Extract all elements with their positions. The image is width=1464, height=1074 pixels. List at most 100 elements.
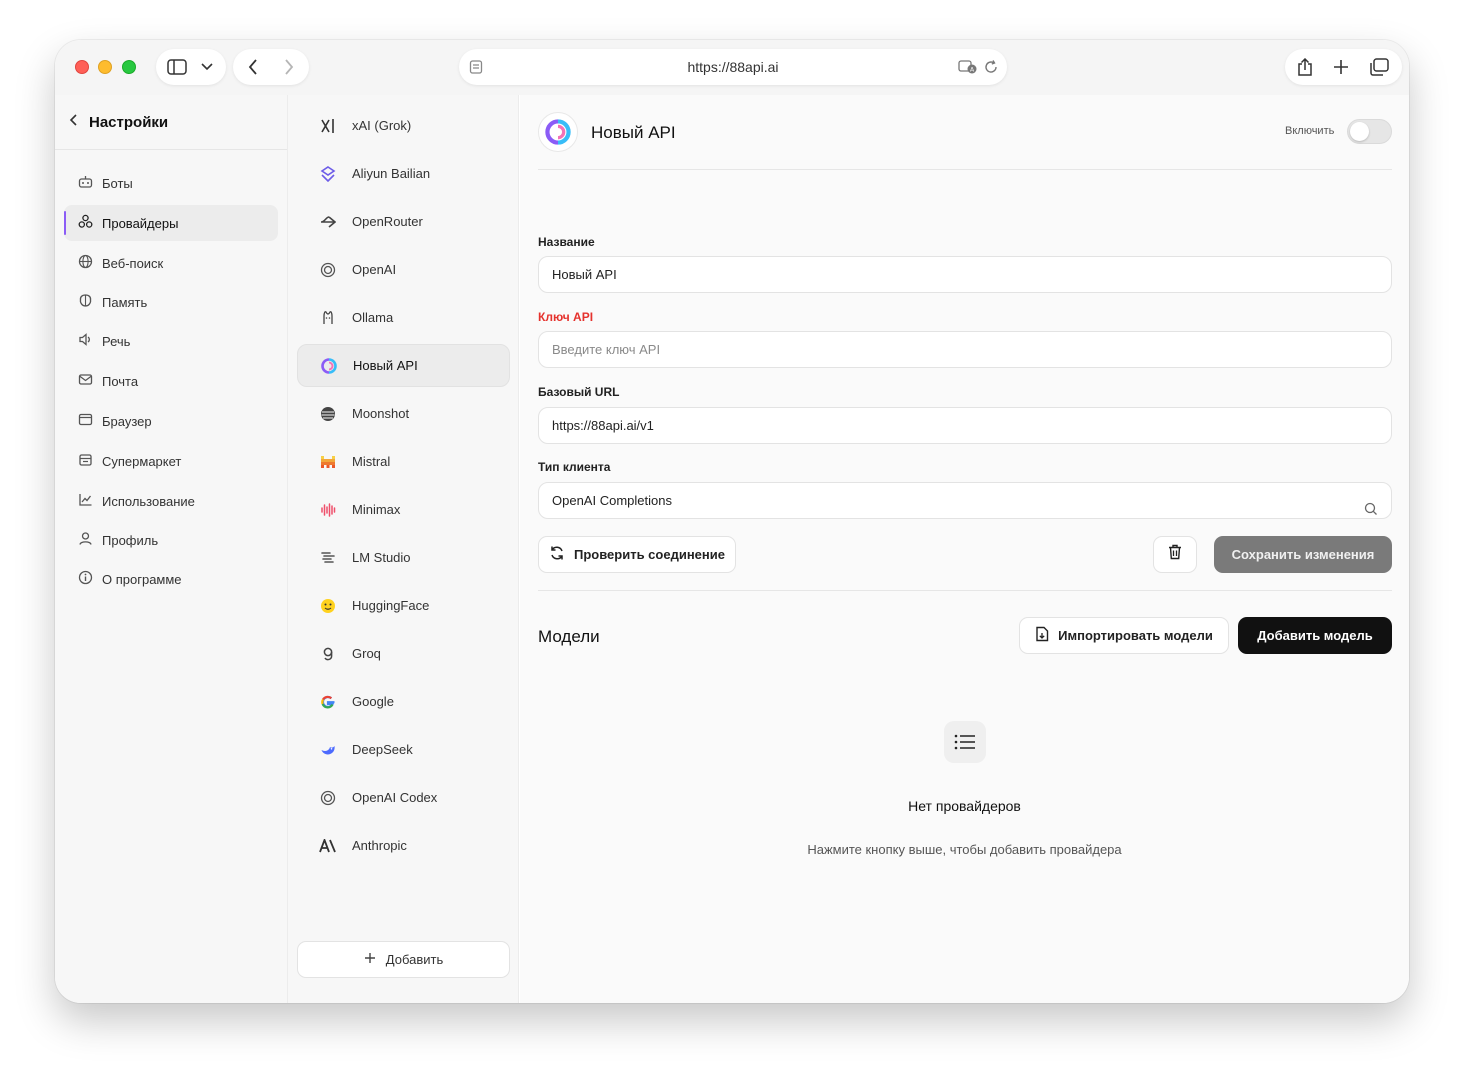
huggingface-icon <box>319 597 337 615</box>
back-arrow-icon[interactable] <box>243 49 263 85</box>
provider-item-new-api[interactable]: Новый API <box>297 344 510 387</box>
provider-item-ollama[interactable]: Ollama <box>297 296 510 339</box>
google-icon <box>319 693 337 711</box>
sidebar-item-memory[interactable]: Память <box>64 284 278 320</box>
sidebar-item-bots[interactable]: Боты <box>64 165 278 201</box>
sidebar-toggle-group <box>156 49 226 85</box>
search-icon <box>1364 494 1378 529</box>
provider-label: Minimax <box>352 502 401 517</box>
memory-icon <box>78 293 93 311</box>
provider-label: Groq <box>352 646 381 661</box>
sidebar-item-label: О программе <box>102 571 182 587</box>
provider-label: Moonshot <box>352 406 410 421</box>
delete-provider-button[interactable] <box>1153 536 1197 573</box>
provider-list: xAI (Grok) Aliyun Bailian OpenRouter Ope… <box>288 95 519 1003</box>
provider-title: Новый API <box>591 123 676 142</box>
newapi-icon <box>320 357 338 375</box>
api-key-label: Ключ API <box>538 310 594 324</box>
openrouter-icon <box>319 213 337 231</box>
provider-label: Google <box>352 694 394 709</box>
sidebar-item-mail[interactable]: Почта <box>64 363 278 399</box>
check-connection-button[interactable]: Проверить соединение <box>538 536 736 573</box>
zoom-window-button[interactable] <box>122 60 136 74</box>
deepseek-icon <box>319 741 337 759</box>
sidebar-item-speech[interactable]: Речь <box>64 323 278 359</box>
provider-item-lm-studio[interactable]: LM Studio <box>297 536 510 579</box>
lmstudio-icon <box>319 549 337 567</box>
provider-item-groq[interactable]: Groq <box>297 632 510 675</box>
chevron-down-icon[interactable] <box>199 49 215 85</box>
provider-item-deepseek[interactable]: DeepSeek <box>297 728 510 771</box>
provider-item-xai[interactable]: xAI (Grok) <box>297 104 510 147</box>
provider-item-openai[interactable]: OpenAI <box>297 248 510 291</box>
share-icon[interactable] <box>1295 49 1315 85</box>
address-bar[interactable]: https://88api.ai A <box>459 49 1007 85</box>
reload-icon[interactable] <box>982 49 1000 85</box>
forward-arrow-icon[interactable] <box>279 49 299 85</box>
enable-label: Включить <box>1285 125 1335 137</box>
close-window-button[interactable] <box>75 60 89 74</box>
settings-sidebar: Настройки Боты Провайдеры Веб-поиск Памя… <box>55 95 288 1003</box>
settings-back-button[interactable]: Настройки <box>69 112 168 132</box>
sidebar-item-browser[interactable]: Браузер <box>64 403 278 439</box>
provider-label: xAI (Grok) <box>352 118 412 133</box>
browser-window: https://88api.ai A Настройки Боты Провай… <box>55 40 1409 1003</box>
provider-item-aliyun-bailian[interactable]: Aliyun Bailian <box>297 152 510 195</box>
globe-icon <box>78 254 93 272</box>
enable-toggle[interactable] <box>1347 119 1392 144</box>
sidebar-icon[interactable] <box>167 49 187 85</box>
empty-state-subtitle: Нажмите кнопку выше, чтобы добавить пров… <box>807 842 1122 857</box>
mail-icon <box>78 372 93 390</box>
sidebar-item-label: Браузер <box>102 413 152 429</box>
refresh-icon <box>549 545 565 564</box>
openai-icon <box>319 261 337 279</box>
provider-item-huggingface[interactable]: HuggingFace <box>297 584 510 627</box>
tabs-overview-icon[interactable] <box>1368 49 1390 85</box>
api-key-field[interactable]: Введите ключ API <box>538 331 1392 368</box>
import-file-icon <box>1035 626 1049 645</box>
provider-item-google[interactable]: Google <box>297 680 510 723</box>
provider-item-minimax[interactable]: Minimax <box>297 488 510 531</box>
sidebar-item-store[interactable]: Супермаркет <box>64 443 278 479</box>
settings-title: Настройки <box>89 113 169 131</box>
provider-label: Новый API <box>353 358 418 373</box>
sidebar-item-about[interactable]: О программе <box>64 561 278 597</box>
save-changes-button[interactable]: Сохранить изменения <box>1214 536 1392 573</box>
sidebar-item-label: Профиль <box>102 532 159 548</box>
minimize-window-button[interactable] <box>98 60 112 74</box>
provider-label: Mistral <box>352 454 391 469</box>
plus-icon <box>364 952 376 967</box>
client-type-select[interactable]: OpenAI Completions <box>538 482 1392 519</box>
toggle-knob <box>1350 122 1369 141</box>
provider-item-moonshot[interactable]: Moonshot <box>297 392 510 435</box>
add-provider-button[interactable]: Добавить <box>297 941 510 978</box>
moonshot-icon <box>319 405 337 423</box>
new-tab-icon[interactable] <box>1331 49 1351 85</box>
name-field[interactable]: Новый API <box>538 256 1392 293</box>
add-model-button[interactable]: Добавить модель <box>1238 617 1392 654</box>
sidebar-item-web-search[interactable]: Веб-поиск <box>64 245 278 281</box>
import-models-button[interactable]: Импортировать модели <box>1019 617 1229 654</box>
translate-icon[interactable]: A <box>957 49 979 85</box>
provider-label: OpenAI Codex <box>352 790 438 805</box>
sidebar-divider <box>55 149 287 150</box>
provider-detail-panel: Новый API Включить Название Новый API Кл… <box>520 95 1409 1003</box>
chevron-left-icon <box>69 113 79 131</box>
provider-label: OpenRouter <box>352 214 423 229</box>
store-icon <box>78 452 93 470</box>
sidebar-item-label: Провайдеры <box>102 215 179 231</box>
sidebar-item-label: Боты <box>102 175 133 191</box>
sidebar-item-profile[interactable]: Профиль <box>64 522 278 558</box>
provider-item-openai-codex[interactable]: OpenAI Codex <box>297 776 510 819</box>
provider-label: Ollama <box>352 310 394 325</box>
provider-item-openrouter[interactable]: OpenRouter <box>297 200 510 243</box>
provider-item-anthropic[interactable]: Anthropic <box>297 824 510 867</box>
header-divider <box>538 169 1392 170</box>
list-icon <box>944 721 986 763</box>
base-url-field[interactable]: https://88api.ai/v1 <box>538 407 1392 444</box>
client-type-label: Тип клиента <box>538 460 611 474</box>
sidebar-item-providers[interactable]: Провайдеры <box>64 205 278 241</box>
provider-item-mistral[interactable]: Mistral <box>297 440 510 483</box>
sidebar-item-usage[interactable]: Использование <box>64 483 278 519</box>
browser-actions-group <box>1285 49 1402 85</box>
